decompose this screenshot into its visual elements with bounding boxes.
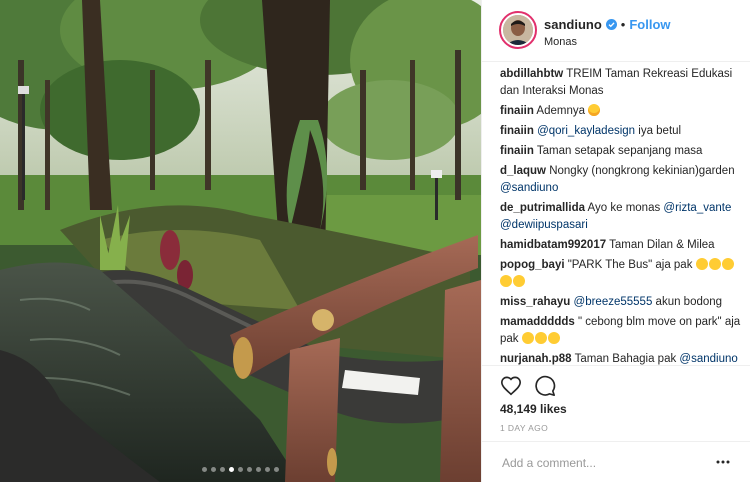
laughing-emoji-icon: [695, 258, 708, 270]
comment-text: Taman Bahagia pak: [571, 353, 680, 365]
carousel-indicator[interactable]: [0, 467, 481, 472]
comment-username[interactable]: hamidbatam992017: [500, 239, 606, 251]
username-row: sandiuno • Follow: [544, 17, 671, 32]
laughing-emoji-icon: [513, 275, 525, 287]
comment-bubble-icon[interactable]: [534, 375, 556, 397]
comment-username[interactable]: de_putrimallida: [500, 202, 585, 214]
post-actions: 48,149 likes 1 DAY AGO: [482, 365, 750, 438]
post-side-panel: sandiuno • Follow Monas abdillahbtw TREI…: [481, 0, 750, 482]
comment-item: nurjanah.p88 Taman Bahagia pak @sandiuno…: [500, 351, 744, 365]
heart-eyes-emoji-icon: [588, 104, 601, 116]
mention-link[interactable]: @dewiipuspasari: [500, 219, 588, 231]
comment-text: Taman setapak sepanjang masa: [533, 145, 703, 157]
mention-link[interactable]: @qori_kayladesign: [537, 125, 635, 137]
avatar-photo: [503, 15, 533, 45]
separator-dot: •: [620, 17, 626, 32]
mention-link[interactable]: @sandiuno: [500, 182, 558, 194]
laughing-emoji-icon: [708, 258, 721, 270]
likes-count[interactable]: 48,149 likes: [500, 402, 567, 416]
comment-text: Ayo ke monas: [585, 202, 664, 214]
laughing-emoji-icon: [521, 332, 534, 344]
comment-username[interactable]: mamaddddds: [500, 316, 575, 328]
carousel-dot[interactable]: [265, 467, 270, 472]
comment-text: "PARK The Bus" aja pak: [564, 259, 696, 271]
comment-text: Taman Dilan & Milea: [606, 239, 715, 251]
comment-username[interactable]: finaiin: [500, 105, 534, 117]
mention-link[interactable]: @breeze55555: [574, 296, 653, 308]
carousel-dot[interactable]: [229, 467, 234, 472]
laughing-emoji-icon: [721, 258, 734, 270]
comment-username[interactable]: popog_bayi: [500, 259, 565, 271]
location-link[interactable]: Monas: [544, 36, 577, 48]
comment-item: d_laquw Nongky (nongkrong kekinian)garde…: [500, 163, 744, 197]
comment-item: de_putrimallida Ayo ke monas @rizta_vant…: [500, 200, 744, 234]
comment-text: iya betul: [635, 125, 682, 137]
comment-item: abdillahbtw TREIM Taman Rekreasi Edukasi…: [500, 66, 744, 100]
carousel-dot[interactable]: [238, 467, 243, 472]
laughing-emoji-icon: [547, 332, 560, 344]
comments-list[interactable]: abdillahbtw TREIM Taman Rekreasi Edukasi…: [500, 63, 744, 365]
comment-item: finaiin Ademnya: [500, 103, 744, 120]
comment-item: finaiin @qori_kayladesign iya betul: [500, 123, 744, 140]
comment-username[interactable]: finaiin: [500, 125, 534, 137]
post-photo[interactable]: [0, 0, 481, 482]
comment-username[interactable]: nurjanah.p88: [500, 353, 572, 365]
post-timestamp: 1 DAY AGO: [500, 423, 549, 433]
laughing-emoji-icon: [534, 332, 547, 344]
avatar[interactable]: [499, 11, 537, 49]
comment-username[interactable]: miss_rahayu: [500, 296, 570, 308]
comment-username[interactable]: abdillahbtw: [500, 68, 563, 80]
carousel-dot[interactable]: [256, 467, 261, 472]
verified-badge-icon: [605, 19, 617, 30]
follow-button[interactable]: Follow: [629, 17, 670, 32]
add-comment-bar: [482, 441, 750, 483]
carousel-dot[interactable]: [202, 467, 207, 472]
comment-username[interactable]: finaiin: [500, 145, 534, 157]
more-options-icon[interactable]: [716, 455, 730, 469]
laughing-emoji-icon: [500, 275, 512, 287]
carousel-dot[interactable]: [220, 467, 225, 472]
post-header: sandiuno • Follow Monas: [482, 0, 750, 62]
comment-item: miss_rahayu @breeze55555 akun bodong: [500, 294, 744, 311]
comment-username[interactable]: d_laquw: [500, 165, 546, 177]
park-photo-image: [0, 0, 481, 482]
instagram-post: sandiuno • Follow Monas abdillahbtw TREI…: [0, 0, 750, 482]
comment-text: Nongky (nongkrong kekinian)garden: [546, 165, 735, 177]
like-heart-icon[interactable]: [500, 375, 522, 397]
comment-text: akun bodong: [652, 296, 723, 308]
carousel-dot[interactable]: [211, 467, 216, 472]
carousel-dot[interactable]: [247, 467, 252, 472]
mention-link[interactable]: @rizta_vante: [663, 202, 731, 214]
comment-item: finaiin Taman setapak sepanjang masa: [500, 143, 744, 160]
username[interactable]: sandiuno: [544, 17, 602, 32]
comment-item: popog_bayi "PARK The Bus" aja pak: [500, 257, 744, 291]
comment-text: Ademnya: [533, 105, 589, 117]
comment-item: mamaddddds " cebong blm move on park" aj…: [500, 314, 744, 348]
mention-link[interactable]: @sandiuno: [679, 353, 737, 365]
carousel-dot[interactable]: [274, 467, 279, 472]
comment-item: hamidbatam992017 Taman Dilan & Milea: [500, 237, 744, 254]
add-comment-input[interactable]: [500, 453, 704, 473]
